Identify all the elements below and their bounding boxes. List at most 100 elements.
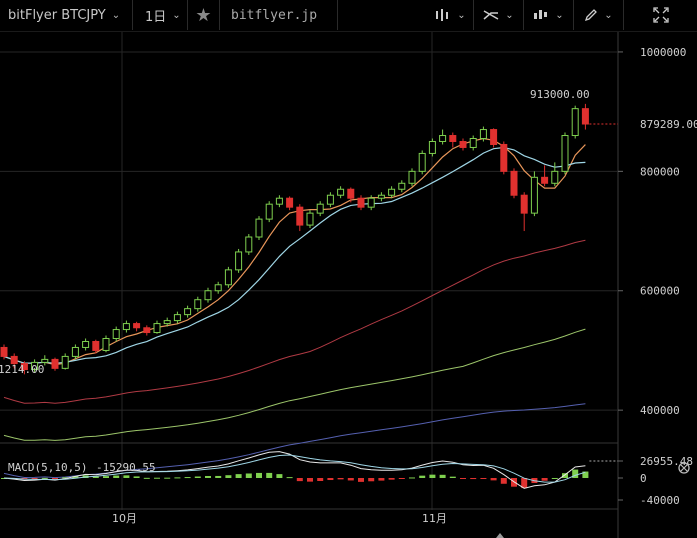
candle-body (418, 152, 426, 172)
candle-body (530, 176, 538, 214)
macd-histogram-bar (52, 478, 58, 479)
candle-body (326, 194, 334, 205)
macd-axis-label: 0 (640, 472, 647, 485)
macd-histogram-bar (480, 478, 487, 479)
candle-body (388, 188, 396, 196)
candle-body (255, 218, 263, 238)
candle-body (194, 299, 202, 310)
candle-body (520, 194, 528, 214)
compare-button[interactable]: ⌄ (524, 0, 574, 30)
macd-histogram-bar (215, 475, 222, 478)
fullscreen-icon (652, 7, 669, 23)
ma10-line (3, 146, 586, 364)
candle-body (214, 284, 222, 292)
macd-histogram-bar (154, 477, 160, 479)
candle-body (459, 140, 467, 148)
macd-axis-label: -40000 (640, 494, 680, 507)
favorite-star-icon[interactable]: ★ (188, 0, 220, 30)
macd-histogram-bar (562, 473, 568, 478)
macd-axis-label: 26955.48 (640, 455, 693, 468)
price-tick-label: 400000 (640, 404, 680, 417)
macd-histogram-bar (470, 478, 477, 480)
macd-histogram-bar (164, 477, 171, 479)
candle-body (112, 329, 120, 340)
macd-histogram-bar (225, 475, 232, 478)
interval-selector[interactable]: 1日 ⌄ (133, 0, 188, 30)
candle-body (204, 290, 212, 301)
macd-histogram-bar (307, 478, 313, 482)
drawing-tools-button[interactable]: ⌄ (574, 0, 624, 30)
candle-body (61, 355, 69, 369)
macd-histogram-bar (205, 475, 211, 478)
time-cursor-marker (496, 533, 504, 538)
chevron-down-icon: ⌄ (457, 9, 466, 21)
indicators-icon (483, 10, 499, 20)
macd-histogram-bar (439, 474, 446, 478)
macd-histogram-bar (184, 477, 191, 479)
grid (0, 0, 619, 538)
macd-histogram-bar (337, 478, 344, 480)
candle-body (0, 346, 8, 357)
candle-body (490, 129, 498, 145)
fullscreen-button[interactable] (624, 0, 697, 30)
candle-body (581, 108, 589, 125)
macd-histogram-bar (490, 478, 497, 481)
chart-type-button[interactable]: ⌄ (428, 0, 474, 30)
time-axis-label: 10月 (112, 512, 137, 525)
macd-histogram-bar (500, 478, 507, 484)
macd-histogram-bar (113, 475, 120, 478)
macd-histogram-bar (449, 476, 456, 478)
moving-averages (3, 137, 586, 479)
macd-histogram-bar (409, 477, 415, 479)
macd-histogram-bar (286, 477, 293, 479)
candle-body (377, 194, 385, 199)
candle-body (541, 176, 549, 184)
ma60-line (3, 328, 586, 441)
chevron-down-icon: ⌄ (604, 9, 613, 21)
macd-histogram-bar (174, 477, 181, 479)
chevron-down-icon: ⌄ (505, 9, 514, 21)
macd-histogram-bar (460, 478, 466, 479)
candlestick-chart[interactable]: MACD(5,10,5) -15290.55 26955.48 0 -40000 100… (0, 0, 697, 538)
candle-body (337, 188, 345, 196)
macd-label: MACD(5,10,5) (8, 461, 87, 474)
candle-body (122, 323, 130, 331)
macd-histogram-bar (347, 478, 354, 481)
candle-body (357, 197, 365, 208)
candle-body (41, 358, 49, 363)
candle-body (102, 338, 110, 351)
macd-histogram-bar (358, 478, 364, 482)
macd-histogram-bar (429, 474, 436, 478)
macd-panel: MACD(5,10,5) -15290.55 26955.48 0 -40000 (1, 451, 693, 507)
candle-body (408, 170, 416, 184)
candle-body (561, 135, 569, 172)
macd-histogram-bar (551, 477, 558, 479)
indicators-button[interactable]: ⌄ (474, 0, 524, 30)
candle-body (439, 135, 447, 142)
macd-histogram-bar (245, 473, 252, 478)
macd-histogram-bar (194, 476, 201, 478)
macd-histogram-bar (235, 474, 242, 478)
candle-body (92, 340, 100, 351)
candle-body (306, 212, 314, 226)
price-tick-label: 1000000 (640, 46, 686, 59)
ma30-line (3, 239, 586, 404)
candle-body (235, 251, 243, 271)
candle-body (265, 203, 273, 220)
candle-body (449, 135, 457, 142)
candle-body (163, 320, 171, 325)
candle-body (82, 340, 90, 348)
candle-body (316, 203, 324, 214)
candle-body (479, 129, 487, 140)
symbol-label: bitFlyer BTCJPY (8, 7, 106, 23)
macd-line (3, 451, 586, 489)
symbol-selector[interactable]: bitFlyer BTCJPY ⌄ (0, 0, 133, 30)
ma5-line (3, 137, 586, 366)
candle-body (275, 197, 283, 205)
candle-body (184, 308, 192, 316)
macd-histogram-bar (256, 472, 262, 478)
macd-value: -15290.55 (96, 461, 156, 474)
candle-body (551, 170, 559, 184)
chevron-down-icon: ⌄ (172, 9, 181, 21)
candle-body (296, 206, 304, 226)
